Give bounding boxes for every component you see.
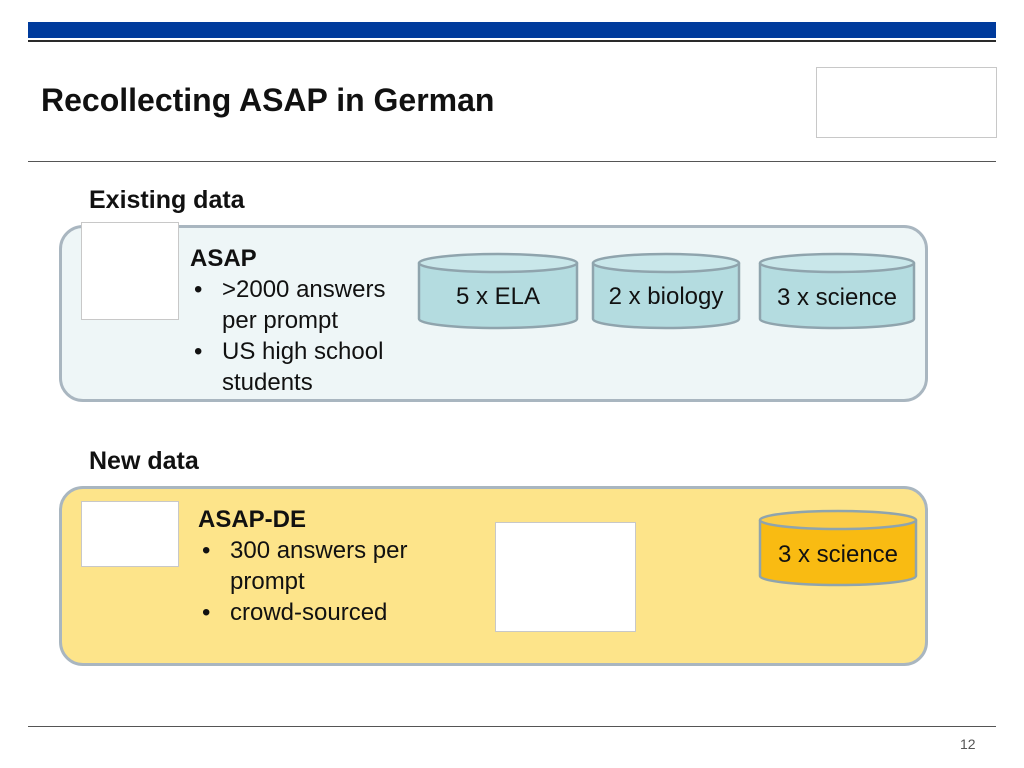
new-data-label: New data bbox=[89, 447, 199, 475]
header-rule bbox=[28, 40, 996, 42]
dataset-cylinder-biology: 2 x biology bbox=[591, 252, 741, 330]
new-bullet-answers: 300 answers per prompt bbox=[198, 535, 428, 597]
dataset-label-ela: 5 x ELA bbox=[455, 283, 541, 310]
existing-data-image bbox=[81, 222, 179, 320]
dataset-label-science-de: 3 x science bbox=[777, 541, 899, 568]
new-bullet-crowd: crowd-sourced bbox=[198, 597, 428, 628]
title-divider bbox=[28, 161, 996, 162]
existing-data-label: Existing data bbox=[89, 186, 245, 214]
footer-rule bbox=[28, 726, 996, 727]
dataset-cylinder-science: 3 x science bbox=[758, 252, 916, 330]
existing-dataset-heading: ASAP bbox=[190, 245, 257, 272]
dataset-cylinder-science-de: 3 x science bbox=[758, 509, 918, 587]
slide-title: Recollecting ASAP in German bbox=[41, 82, 495, 118]
existing-bullet-students: US high school students bbox=[190, 336, 410, 398]
new-data-description: ASAP-DE 300 answers per prompt crowd-sou… bbox=[198, 504, 428, 628]
header-accent-bar bbox=[28, 22, 996, 38]
dataset-cylinder-ela: 5 x ELA bbox=[417, 252, 579, 330]
page-number: 12 bbox=[960, 736, 976, 752]
existing-bullet-answers: >2000 answers per prompt bbox=[190, 274, 410, 336]
dataset-label-science: 3 x science bbox=[776, 284, 898, 311]
dataset-label-biology: 2 x biology bbox=[608, 283, 724, 310]
existing-data-description: ASAP >2000 answers per prompt US high sc… bbox=[190, 243, 410, 398]
logo-image bbox=[816, 67, 997, 138]
crowd-illustration bbox=[495, 522, 636, 632]
new-dataset-heading: ASAP-DE bbox=[198, 506, 307, 533]
new-data-image bbox=[81, 501, 179, 567]
